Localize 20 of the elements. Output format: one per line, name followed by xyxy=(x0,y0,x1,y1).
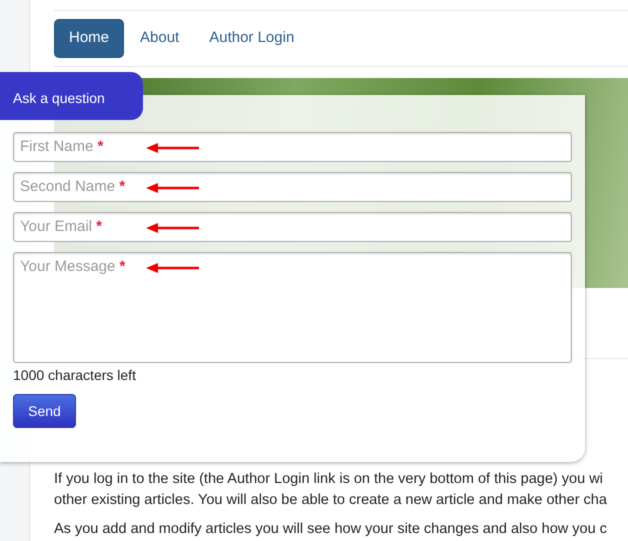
arrow-icon xyxy=(146,223,199,233)
send-button[interactable]: Send xyxy=(13,394,76,428)
input-field[interactable]: Your Email * xyxy=(13,212,572,242)
character-counter: 1000 characters left xyxy=(13,366,137,385)
article-paragraph: If you log in to the site (the Author Login link is on the very bottom of this page) you wi other existing articles. You will also be able to create a new article and make other cha xyxy=(54,470,608,510)
nav-link[interactable]: About xyxy=(132,20,188,56)
arrow-icon xyxy=(146,183,199,193)
panel-tab[interactable]: Ask a question xyxy=(0,72,143,120)
arrow-icon xyxy=(146,143,199,153)
nav-link[interactable]: Home xyxy=(54,19,124,58)
field-placeholder: First Name * xyxy=(20,138,104,155)
message-field[interactable]: Your Message * xyxy=(13,252,572,363)
nav-link[interactable]: Author Login xyxy=(201,20,302,56)
field-placeholder: Your Message * xyxy=(20,258,126,275)
article-paragraph: As you add and modify articles you will see how your site changes and also how you c xyxy=(54,520,608,538)
field-placeholder: Your Email * xyxy=(20,218,102,235)
field-placeholder: Second Name * xyxy=(20,178,126,195)
arrow-icon xyxy=(146,263,199,273)
input-field[interactable]: First Name * xyxy=(13,132,572,162)
input-field[interactable]: Second Name * xyxy=(13,172,572,202)
